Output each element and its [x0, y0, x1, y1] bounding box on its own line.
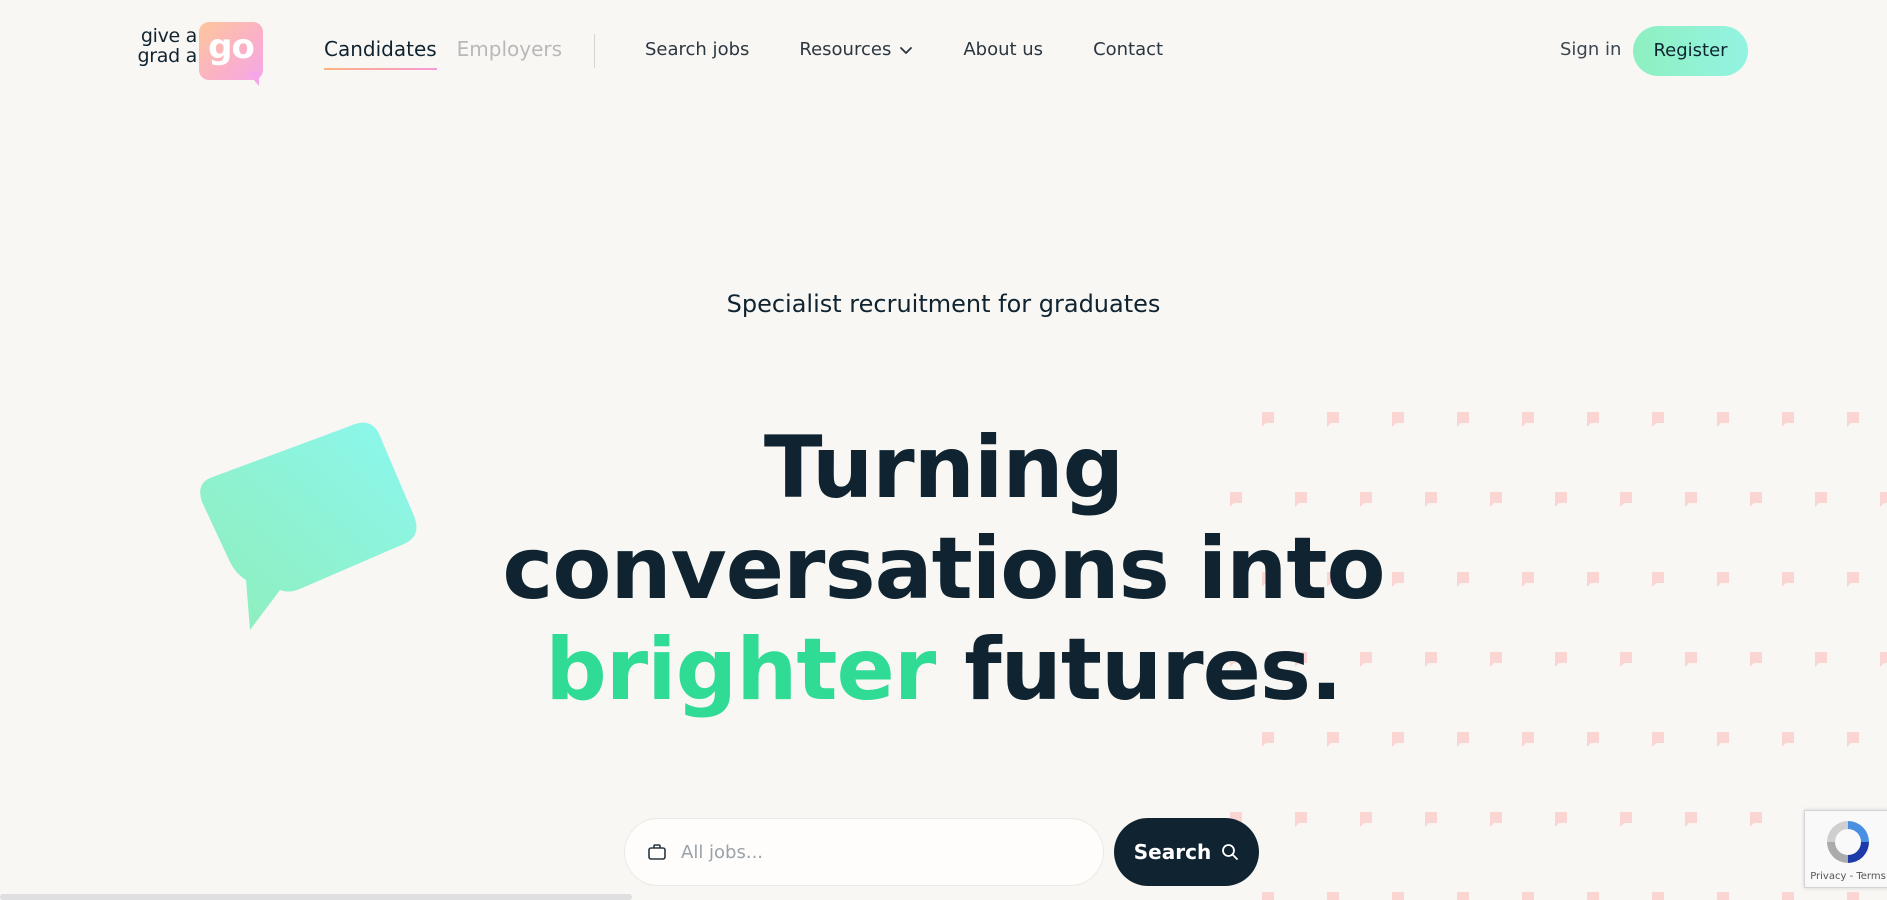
logo-badge-tail	[247, 72, 259, 86]
tab-employers[interactable]: Employers	[457, 36, 562, 70]
pattern-dot	[1555, 812, 1567, 827]
logo-wordmark: give a grad a	[125, 25, 198, 67]
pattern-dot	[1685, 812, 1697, 827]
main-nav: Search jobs Resources About us Contact	[645, 38, 1213, 62]
pattern-dot	[1262, 892, 1274, 900]
nav-contact[interactable]: Contact	[1093, 38, 1163, 62]
pattern-dot	[1457, 892, 1469, 900]
sign-in-link[interactable]: Sign in	[1560, 38, 1621, 62]
search-button[interactable]: Search	[1114, 818, 1259, 886]
hero-tagline: Specialist recruitment for graduates	[726, 290, 1161, 318]
pattern-dot	[1522, 732, 1534, 747]
recaptcha-icon	[1827, 821, 1869, 863]
pattern-dot	[1327, 732, 1339, 747]
pattern-dot	[1392, 732, 1404, 747]
site-header: give a grad a go Candidates Employers Se…	[0, 0, 1887, 102]
nav-about-us-label: About us	[963, 39, 1044, 60]
headline-line-2: conversations into	[502, 519, 1385, 619]
pattern-dot	[1457, 732, 1469, 747]
pattern-dot	[1652, 732, 1664, 747]
header-divider	[594, 34, 595, 68]
headline-accent-word: brighter	[545, 620, 936, 720]
headline-line-1: Turning	[763, 418, 1124, 518]
pattern-dot	[1490, 812, 1502, 827]
nav-about-us[interactable]: About us	[963, 38, 1043, 62]
pattern-dot	[1847, 732, 1859, 747]
pattern-dot	[1750, 812, 1762, 827]
hero-headline: Turning conversations into brighter futu…	[0, 418, 1887, 721]
pattern-dot	[1392, 892, 1404, 900]
pattern-dot	[1327, 892, 1339, 900]
pattern-dot	[1262, 732, 1274, 747]
nav-contact-label: Contact	[1093, 39, 1164, 60]
job-search-field[interactable]	[624, 818, 1104, 886]
logo-line-1: give a	[140, 25, 197, 47]
pattern-dot	[1425, 812, 1437, 827]
recaptcha-links[interactable]: Privacy - Terms	[1805, 871, 1887, 882]
headline-line-3: brighter futures.	[0, 620, 1887, 721]
page: give a grad a go Candidates Employers Se…	[0, 0, 1887, 900]
pattern-dot	[1587, 732, 1599, 747]
pattern-dot	[1782, 732, 1794, 747]
tab-candidates[interactable]: Candidates	[324, 36, 437, 70]
horizontal-scrollbar[interactable]	[0, 894, 632, 900]
pattern-dot	[1360, 812, 1372, 827]
chevron-down-icon	[900, 47, 913, 54]
pattern-dot	[1847, 892, 1859, 900]
nav-resources[interactable]: Resources	[799, 38, 913, 62]
pattern-dot	[1295, 812, 1307, 827]
pattern-dot	[1717, 892, 1729, 900]
briefcase-icon	[648, 844, 666, 860]
headline-line-3-rest: futures.	[935, 620, 1343, 720]
logo[interactable]: give a grad a go	[125, 22, 265, 86]
audience-tabs: Candidates Employers	[324, 36, 562, 70]
pattern-dot	[1717, 732, 1729, 747]
nav-search-jobs[interactable]: Search jobs	[645, 38, 749, 62]
pattern-dot	[1522, 892, 1534, 900]
search-button-label: Search	[1133, 840, 1212, 864]
register-button[interactable]: Register	[1633, 26, 1748, 76]
recaptcha-badge[interactable]: Privacy - Terms	[1804, 810, 1887, 888]
logo-line-2: grad a	[137, 45, 198, 67]
job-search-input[interactable]	[679, 840, 1059, 864]
nav-search-jobs-label: Search jobs	[645, 39, 750, 60]
search-icon	[1222, 844, 1239, 860]
pattern-dot	[1587, 892, 1599, 900]
pattern-dot	[1782, 892, 1794, 900]
pattern-dot	[1620, 812, 1632, 827]
pattern-dot	[1652, 892, 1664, 900]
nav-resources-label: Resources	[799, 39, 892, 60]
